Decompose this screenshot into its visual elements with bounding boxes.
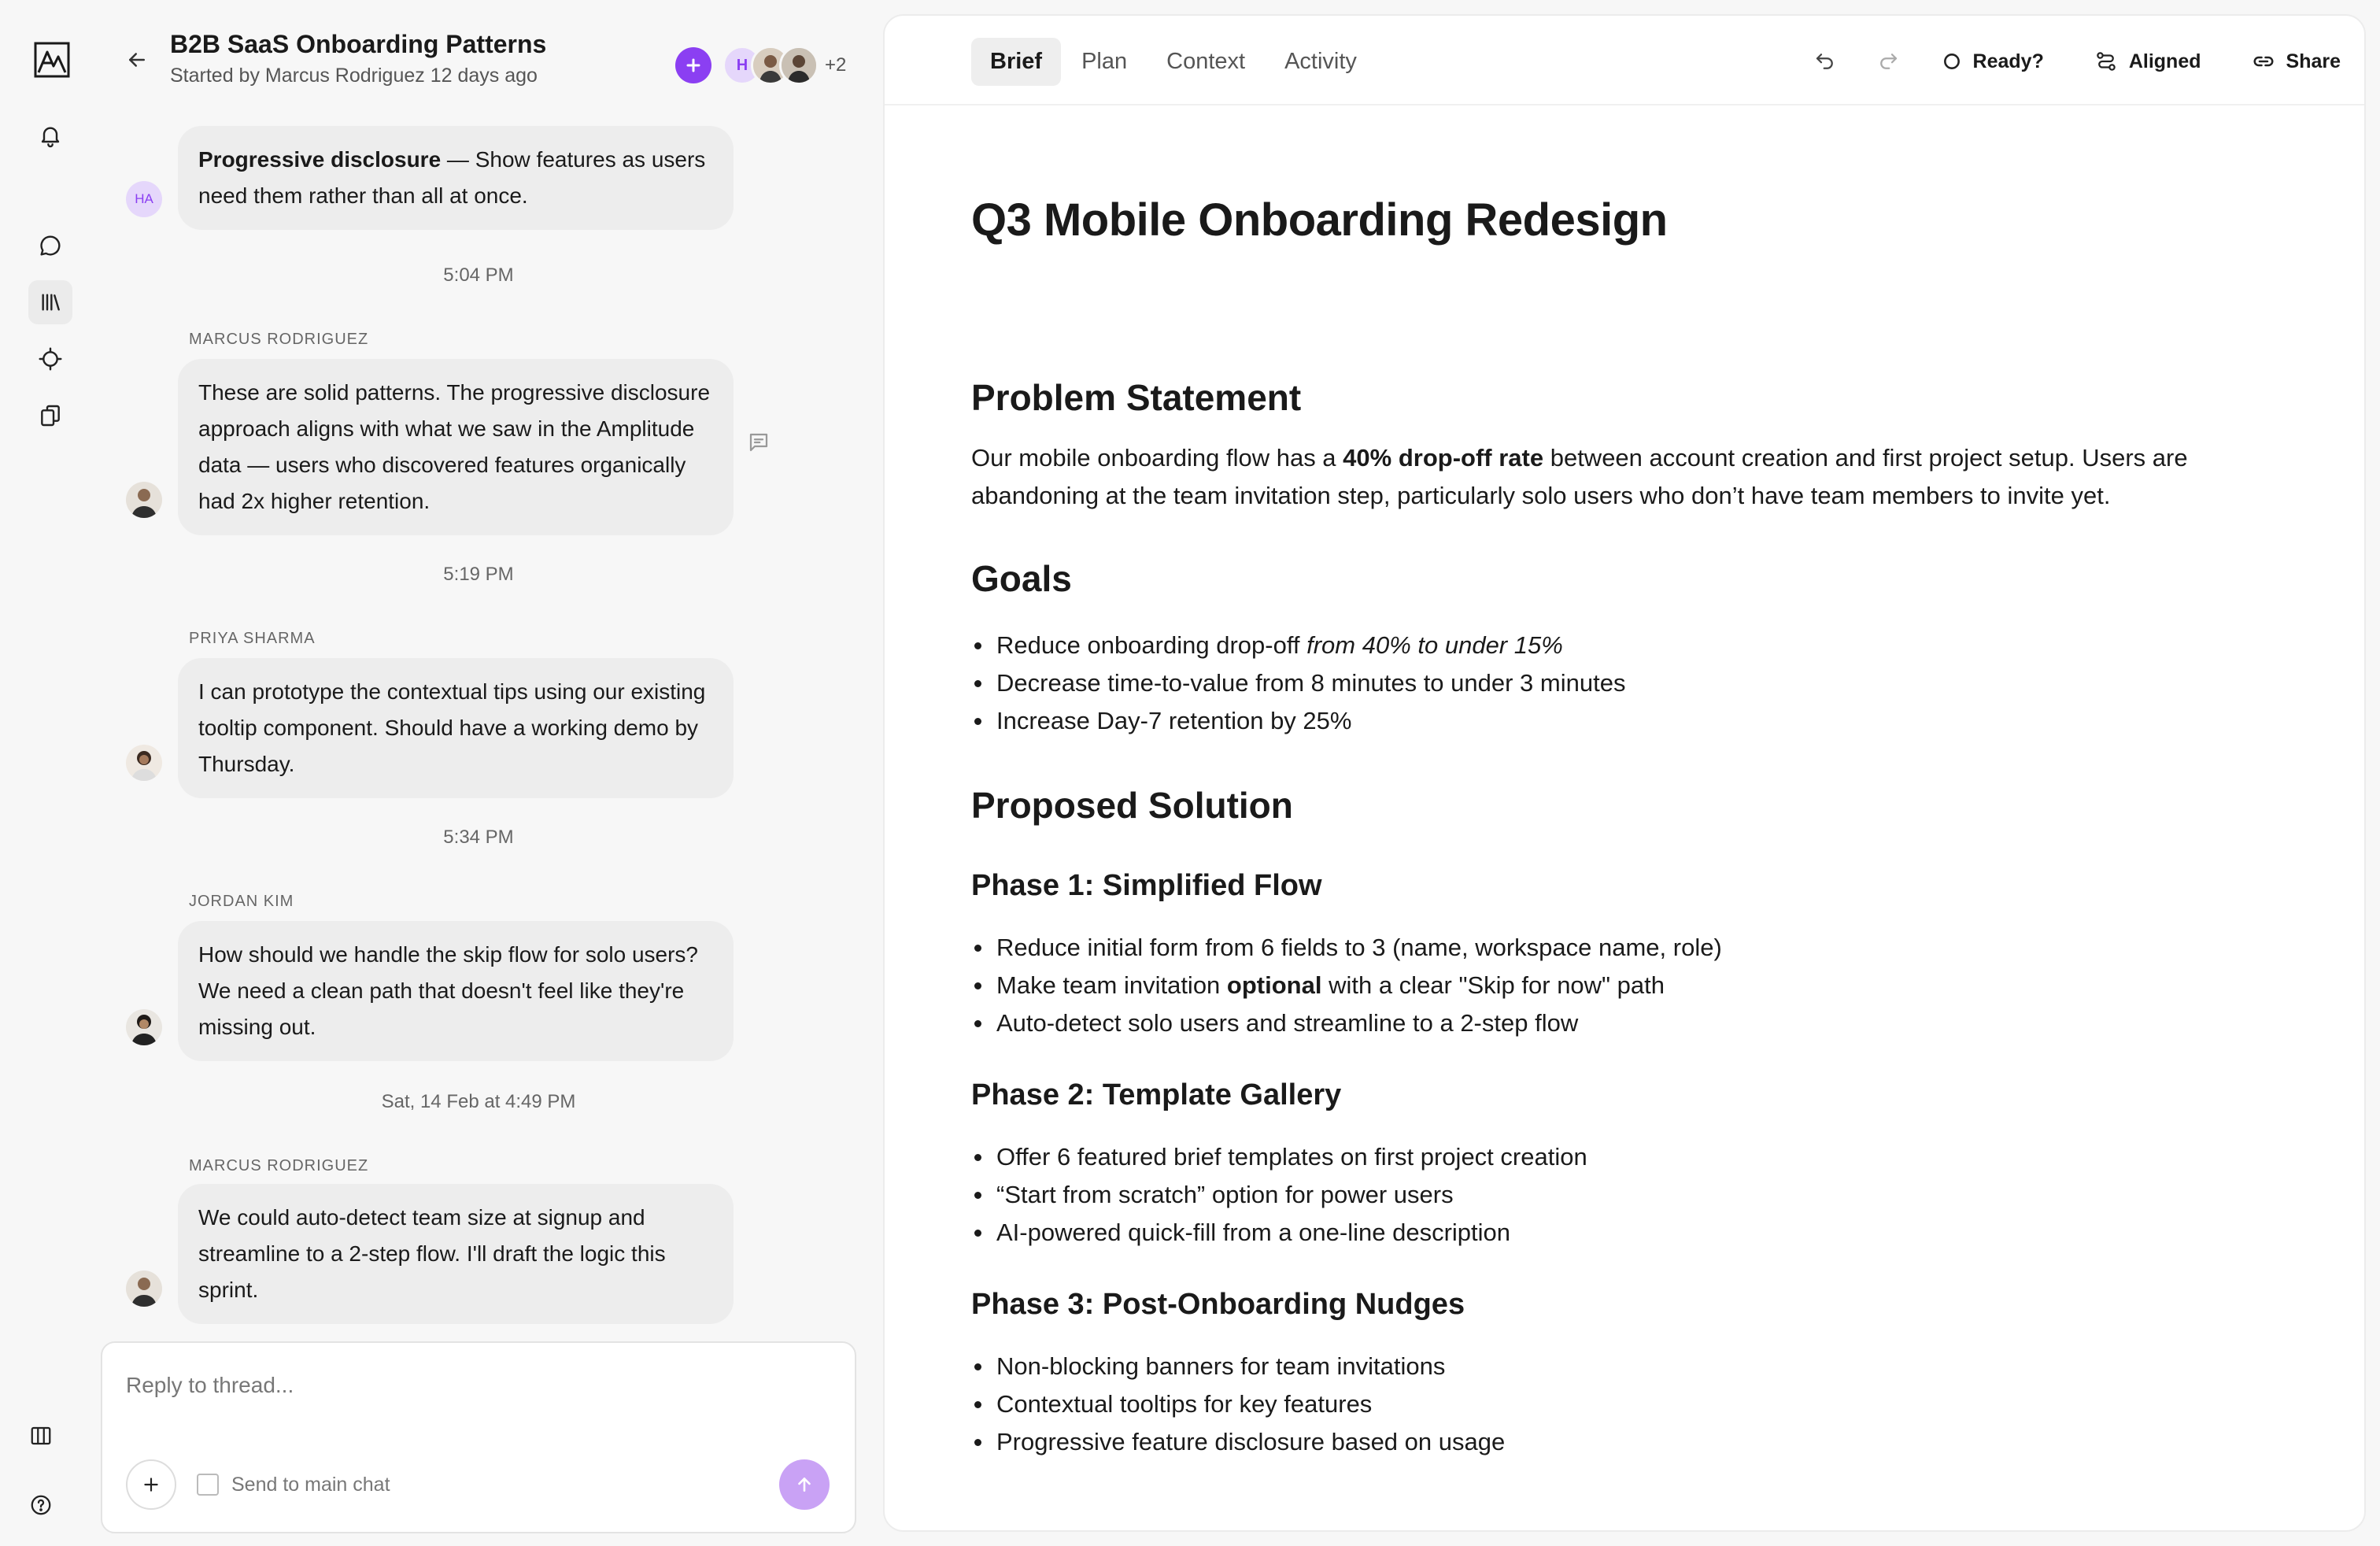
add-member-button[interactable]	[675, 47, 711, 83]
app-logo-icon[interactable]	[28, 36, 76, 83]
message-text: These are solid patterns. The progressiv…	[198, 380, 711, 513]
list-item: Contextual tooltips for key features	[971, 1385, 1505, 1423]
tab-plan[interactable]: Plan	[1062, 38, 1146, 86]
phase1-list: Reduce initial form from 6 fields to 3 (…	[971, 929, 1722, 1042]
library-icon[interactable]	[28, 280, 72, 324]
message-author: MARCUS RODRIGUEZ	[189, 1157, 369, 1174]
link-icon	[2253, 56, 2273, 67]
goals-heading: Goals	[971, 558, 1072, 599]
message-timestamp: 5:34 PM	[443, 827, 514, 848]
share-button[interactable]: Share	[2252, 50, 2341, 73]
avatar	[779, 46, 819, 85]
thread-title: B2B SaaS Onboarding Patterns	[170, 30, 547, 58]
bell-icon[interactable]	[28, 113, 72, 157]
undo-icon[interactable]	[1803, 39, 1847, 83]
goals-list: Reduce onboarding drop-off from 40% to u…	[971, 627, 1625, 740]
list-item: Non-blocking banners for team invitation…	[971, 1348, 1505, 1385]
list-item: Make team invitation optional with a cle…	[971, 967, 1722, 1004]
target-icon[interactable]	[28, 337, 72, 381]
message-timestamp: Sat, 14 Feb at 4:49 PM	[381, 1091, 576, 1112]
message-author: MARCUS RODRIGUEZ	[189, 331, 369, 348]
send-to-main-label: Send to main chat	[231, 1474, 390, 1496]
message-text: I can prototype the contextual tips usin…	[198, 679, 706, 776]
message-text: We could auto-detect team size at signup…	[198, 1205, 666, 1302]
attach-plus-button[interactable]	[126, 1459, 176, 1510]
message-timestamp: 5:19 PM	[443, 564, 514, 585]
message-bubble: How should we handle the skip flow for s…	[178, 921, 734, 1061]
message-bubble: I can prototype the contextual tips usin…	[178, 658, 734, 798]
avatar	[126, 1270, 162, 1307]
sidebar-toggle-icon[interactable]	[19, 1414, 63, 1458]
send-button[interactable]	[779, 1459, 830, 1510]
brief-tabs: Brief Plan Context Activity	[971, 38, 1376, 86]
thread-header: B2B SaaS Onboarding Patterns Started by …	[101, 0, 880, 118]
thread-panel: B2B SaaS Onboarding Patterns Started by …	[101, 0, 880, 1546]
thread-subtitle: Started by Marcus Rodriguez 12 days ago	[170, 65, 538, 87]
solution-heading: Proposed Solution	[971, 785, 1293, 826]
problem-text: Our mobile onboarding flow has a 40% dro…	[971, 444, 2188, 509]
avatar	[126, 1009, 162, 1045]
ready-label: Ready?	[1972, 50, 2044, 72]
documents-icon[interactable]	[28, 394, 72, 438]
list-item: Decrease time-to-value from 8 minutes to…	[971, 664, 1625, 702]
phase1-heading: Phase 1: Simplified Flow	[971, 869, 1322, 902]
circle-status-icon	[1943, 54, 1960, 69]
redo-icon[interactable]	[1866, 39, 1910, 83]
reply-in-thread-icon[interactable]	[743, 427, 774, 458]
brief-panel: Brief Plan Context Activity Ready? Align…	[883, 14, 2366, 1532]
message-author: PRIYA SHARMA	[189, 630, 316, 647]
brief-toolbar: Brief Plan Context Activity Ready? Align…	[885, 16, 2364, 105]
phase2-list: Offer 6 featured brief templates on firs…	[971, 1138, 1587, 1252]
list-item: “Start from scratch” option for power us…	[971, 1176, 1587, 1214]
member-avatars[interactable]: H +2	[722, 44, 846, 87]
message-bubble: Progressive disclosure — Show features a…	[178, 126, 734, 230]
tab-brief[interactable]: Brief	[971, 38, 1062, 86]
chat-bubble-icon[interactable]	[28, 224, 72, 268]
help-icon[interactable]	[19, 1483, 63, 1527]
reply-composer: Send to main chat	[101, 1341, 856, 1533]
avatar	[126, 745, 162, 781]
aligned-icon	[2097, 52, 2116, 71]
send-to-main-checkbox[interactable]	[197, 1474, 219, 1496]
problem-heading: Problem Statement	[971, 377, 1302, 418]
message-bubble: We could auto-detect team size at signup…	[178, 1184, 734, 1324]
list-item: Reduce initial form from 6 fields to 3 (…	[971, 929, 1722, 967]
reply-input[interactable]	[126, 1373, 819, 1398]
share-label: Share	[2286, 50, 2341, 72]
tab-activity[interactable]: Activity	[1266, 38, 1376, 86]
list-item: AI-powered quick-fill from a one-line de…	[971, 1214, 1587, 1252]
phase3-list: Non-blocking banners for team invitation…	[971, 1348, 1505, 1461]
extra-members-count[interactable]: +2	[825, 54, 846, 76]
toolbar-actions: Ready? Aligned Share	[1784, 39, 2341, 83]
aligned-button[interactable]: Aligned	[2094, 50, 2201, 73]
list-item: Progressive feature disclosure based on …	[971, 1423, 1505, 1461]
app-rail	[0, 0, 101, 1546]
message-bubble: These are solid patterns. The progressiv…	[178, 359, 734, 535]
document-title[interactable]: Q3 Mobile Onboarding Redesign	[971, 194, 1668, 246]
list-item: Increase Day-7 retention by 25%	[971, 702, 1625, 740]
phase2-heading: Phase 2: Template Gallery	[971, 1078, 1342, 1111]
list-item: Offer 6 featured brief templates on firs…	[971, 1138, 1587, 1176]
aligned-label: Aligned	[2128, 50, 2201, 72]
ready-button[interactable]: Ready?	[1942, 50, 2044, 73]
phase3-heading: Phase 3: Post-Onboarding Nudges	[971, 1288, 1465, 1321]
tab-context[interactable]: Context	[1148, 38, 1264, 86]
avatar: HA	[126, 181, 162, 217]
avatar	[126, 482, 162, 518]
message-bold-text: Progressive disclosure	[198, 147, 442, 172]
message-author: JORDAN KIM	[189, 893, 294, 910]
message-text: How should we handle the skip flow for s…	[198, 942, 699, 1039]
message-timestamp: 5:04 PM	[443, 264, 514, 286]
list-item: Auto-detect solo users and streamline to…	[971, 1004, 1722, 1042]
list-item: Reduce onboarding drop-off from 40% to u…	[971, 627, 1625, 664]
back-arrow-icon[interactable]	[115, 38, 159, 82]
